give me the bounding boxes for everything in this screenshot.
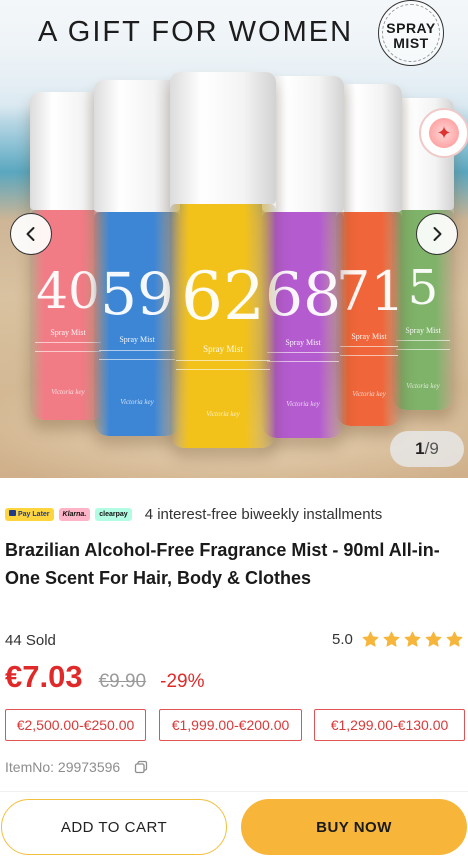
rating[interactable]: 5.0 <box>332 630 464 649</box>
buy-now-button[interactable]: BUY NOW <box>241 799 467 855</box>
bottle-fine-print <box>34 342 102 352</box>
bottle-number: 62 <box>181 258 265 335</box>
bottle-71: 71 Spray Mist Victoria key <box>336 84 402 426</box>
badge-line-2: MIST <box>393 35 429 51</box>
chevron-left-icon <box>26 227 35 241</box>
paylater-badge: Pay Later <box>5 507 54 521</box>
carousel-prev-button[interactable] <box>10 213 52 255</box>
hero-title: A GIFT FOR WOMEN <box>38 16 354 48</box>
counter-total: 9 <box>429 439 439 458</box>
image-counter: 1/9 <box>390 431 464 467</box>
star-icon <box>362 631 379 647</box>
star-icon <box>404 631 421 647</box>
bottle-cap <box>336 84 402 212</box>
bottle-fine-print <box>339 346 399 356</box>
star-icon <box>446 631 463 647</box>
star-icon <box>425 631 442 647</box>
badge-line-1: SPRAY <box>386 20 436 36</box>
chevron-right-icon <box>433 227 442 241</box>
clearpay-badge: clearpay <box>95 507 132 521</box>
bottle-fine-print <box>176 360 270 370</box>
discount-percent: -29% <box>160 671 205 692</box>
installments-text: 4 interest-free biweekly installments <box>144 505 383 523</box>
bottle-59: 59 Spray Mist Victoria key <box>94 80 180 436</box>
bottle-brand: Victoria key <box>352 390 386 398</box>
price-tier[interactable]: €1,299.00-€130.00 <box>314 709 465 741</box>
copy-icon[interactable] <box>134 760 148 774</box>
price-row: €7.03 €9.90 -29% <box>5 659 204 695</box>
paylater-label: Pay Later <box>18 510 50 518</box>
price-tier[interactable]: €2,500.00-€250.00 <box>5 709 146 741</box>
price-tiers: €2,500.00-€250.00 €1,999.00-€200.00 €1,2… <box>5 709 465 741</box>
bottle-brand: Victoria key <box>120 398 154 406</box>
current-price: €7.03 <box>5 659 83 694</box>
brand-logo-stamp: ✦ <box>419 108 468 158</box>
bottle-fine-print <box>266 352 340 362</box>
sold-count: 44 Sold <box>5 632 56 649</box>
bottle-label: Spray Mist <box>119 335 155 344</box>
bottle-label: Spray Mist <box>203 344 243 354</box>
spray-mist-badge: SPRAY MIST <box>378 0 444 66</box>
bottom-action-bar: ADD TO CART BUY NOW <box>0 791 468 859</box>
rating-stars <box>359 630 464 649</box>
payment-options-row[interactable]: Pay Later Klarna. clearpay 4 interest-fr… <box>5 504 382 524</box>
bottle-fine-print <box>395 340 451 350</box>
bottle-number: 59 <box>100 260 174 328</box>
bottle-62: 62 Spray Mist Victoria key <box>170 72 276 448</box>
bottle-cap <box>94 80 180 212</box>
bottle-cap <box>170 72 276 204</box>
item-number: ItemNo: 29973596 <box>5 759 148 775</box>
wallet-icon <box>9 509 16 516</box>
product-image-carousel[interactable]: A GIFT FOR WOMEN SPRAY MIST 40 Spray Mis… <box>0 0 468 478</box>
star-icon <box>383 631 400 647</box>
carousel-next-button[interactable] <box>416 213 458 255</box>
bottle-brand: Victoria key <box>206 410 240 418</box>
klarna-badge: Klarna. <box>58 507 91 521</box>
bottle-number: 71 <box>336 260 402 323</box>
bottle-fine-print <box>99 350 175 360</box>
original-price: €9.90 <box>98 671 147 692</box>
item-number-text: ItemNo: 29973596 <box>5 759 121 775</box>
bottle-label: Spray Mist <box>351 332 387 341</box>
bow-icon: ✦ <box>436 123 452 143</box>
price-tier[interactable]: €1,999.00-€200.00 <box>159 709 302 741</box>
add-to-cart-button[interactable]: ADD TO CART <box>1 799 227 855</box>
rating-value: 5.0 <box>332 631 353 648</box>
product-title: Brazilian Alcohol-Free Fragrance Mist - … <box>5 540 440 588</box>
counter-current: 1 <box>415 439 425 458</box>
